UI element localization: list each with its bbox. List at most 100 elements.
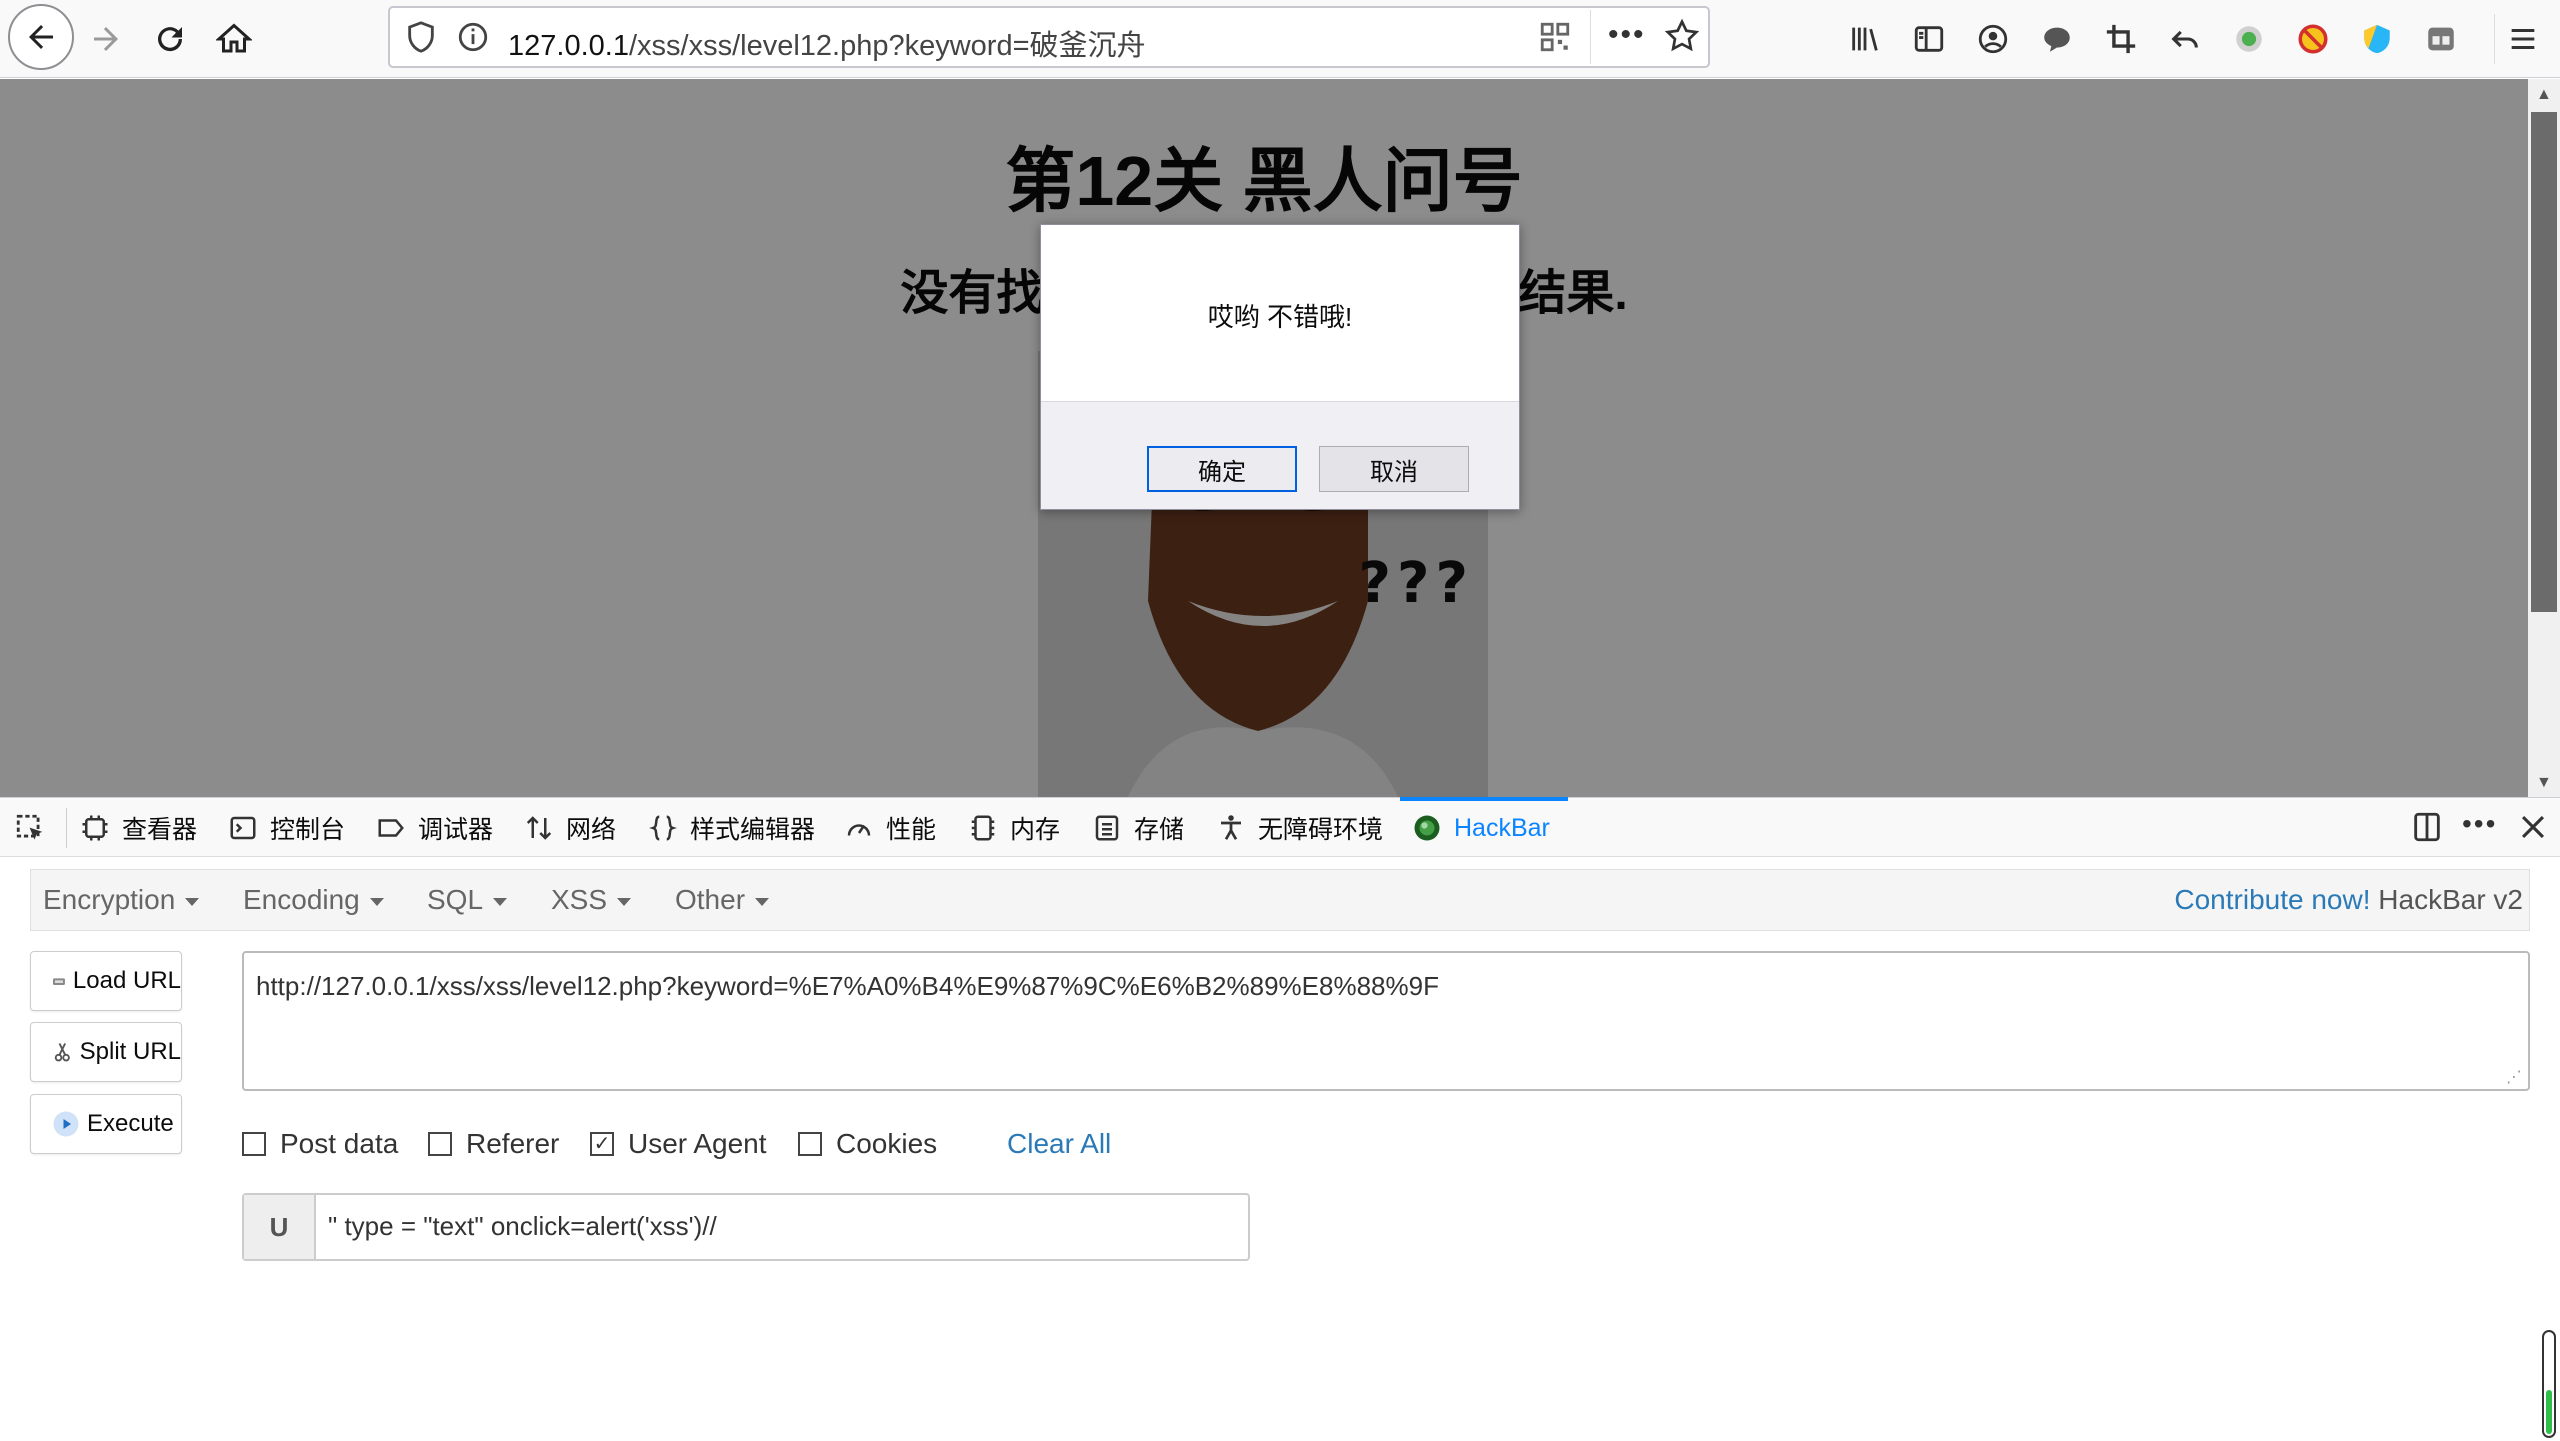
reload-icon bbox=[158, 27, 183, 52]
scroll-down-arrow-icon[interactable]: ▼ bbox=[2536, 774, 2552, 792]
account-icon[interactable] bbox=[1972, 18, 2014, 60]
url-host: 127.0.0.1 bbox=[508, 30, 629, 62]
tab-label: 性能 bbox=[886, 816, 937, 844]
accessibility-icon bbox=[1221, 815, 1241, 840]
network-icon bbox=[526, 816, 552, 840]
arrow-left-icon bbox=[29, 25, 53, 49]
page-scrollbar-thumb[interactable] bbox=[2531, 112, 2557, 612]
menu-icon[interactable] bbox=[2502, 18, 2544, 60]
crop-icon[interactable] bbox=[2100, 18, 2142, 60]
reload-button[interactable] bbox=[140, 9, 200, 69]
style-editor-icon bbox=[649, 815, 677, 841]
address-bar[interactable]: 127.0.0.1/xss/xss/level12.php?keyword=破釜… bbox=[388, 6, 1710, 68]
load-url-button[interactable]: Load URL bbox=[30, 951, 182, 1011]
checkbox-box[interactable] bbox=[242, 1132, 266, 1156]
user-agent-input[interactable]: " type = "text" onclick=alert('xss')// bbox=[328, 1211, 717, 1242]
tab-label: 网络 bbox=[566, 816, 617, 844]
clear-all-link[interactable]: Clear All bbox=[1007, 1128, 1111, 1160]
tab-label: 查看器 bbox=[122, 816, 198, 844]
tab-label: 调试器 bbox=[418, 816, 494, 844]
shield-icon[interactable] bbox=[404, 20, 438, 59]
checkbox-label: Post data bbox=[280, 1128, 399, 1159]
devtools-scrollbar-thumb[interactable] bbox=[2546, 1390, 2552, 1434]
menu-xss[interactable]: XSS bbox=[551, 884, 632, 916]
tab-accessibility[interactable]: 无障碍环境 bbox=[1216, 798, 1383, 858]
tab-inspector[interactable]: 查看器 bbox=[80, 798, 197, 858]
ok-button[interactable]: 确定 bbox=[1147, 446, 1297, 492]
console-icon bbox=[230, 816, 256, 840]
scissors-icon bbox=[54, 1043, 70, 1062]
cancel-button[interactable]: 取消 bbox=[1319, 446, 1469, 492]
checkbox-label: Cookies bbox=[836, 1128, 938, 1159]
arrow-right-icon bbox=[94, 27, 118, 51]
scroll-up-arrow-icon[interactable]: ▲ bbox=[2536, 86, 2552, 104]
extension-shield-icon[interactable] bbox=[2356, 18, 2398, 60]
tab-hackbar[interactable]: HackBar bbox=[1412, 798, 1550, 858]
tab-label: 无障碍环境 bbox=[1258, 816, 1384, 844]
toolbar-divider bbox=[2494, 14, 2495, 64]
menu-encryption[interactable]: Encryption bbox=[43, 884, 200, 916]
tab-console[interactable]: 控制台 bbox=[228, 798, 345, 858]
split-url-button[interactable]: Split URL bbox=[30, 1022, 182, 1082]
tab-network[interactable]: 网络 bbox=[524, 798, 616, 858]
browser-toolbar: 127.0.0.1/xss/xss/level12.php?keyword=破釜… bbox=[0, 0, 2560, 78]
checkbox-box[interactable] bbox=[798, 1132, 822, 1156]
home-icon bbox=[216, 23, 252, 53]
status-dot-icon[interactable] bbox=[2228, 18, 2270, 60]
urlbar-divider bbox=[1590, 10, 1591, 64]
tab-style-editor[interactable]: 样式编辑器 bbox=[648, 798, 815, 858]
url-textarea[interactable]: http://127.0.0.1/xss/xss/level12.php?key… bbox=[242, 951, 2530, 1091]
tab-debugger[interactable]: 调试器 bbox=[376, 798, 493, 858]
menu-label: SQL bbox=[427, 884, 484, 915]
qr-code-icon[interactable] bbox=[1538, 20, 1572, 59]
sidebar-icon[interactable] bbox=[1908, 18, 1950, 60]
devtools-more-icon[interactable]: ••• bbox=[2462, 808, 2497, 840]
checkbox-box[interactable] bbox=[428, 1132, 452, 1156]
caret-down-icon bbox=[755, 897, 770, 906]
tab-storage[interactable]: 存储 bbox=[1092, 798, 1184, 858]
back-button[interactable] bbox=[8, 4, 74, 70]
url-text[interactable]: 127.0.0.1/xss/xss/level12.php?keyword=破釜… bbox=[508, 22, 1146, 64]
menu-label: Encoding bbox=[243, 884, 360, 915]
undo-icon[interactable] bbox=[2164, 18, 2206, 60]
menu-other[interactable]: Other bbox=[675, 884, 770, 916]
user-agent-checkbox[interactable]: ✓ User Agent bbox=[590, 1128, 767, 1160]
resize-grip-icon[interactable]: ⋰ bbox=[2506, 1067, 2522, 1087]
menu-encoding[interactable]: Encoding bbox=[243, 884, 384, 916]
page-actions-icon[interactable]: ••• bbox=[1608, 18, 1646, 52]
tab-memory[interactable]: 内存 bbox=[968, 798, 1060, 858]
caret-down-icon bbox=[493, 897, 508, 906]
contribute-link[interactable]: Contribute now! bbox=[2174, 884, 2370, 915]
referer-checkbox[interactable]: Referer bbox=[428, 1128, 559, 1160]
memory-icon bbox=[971, 815, 995, 841]
site-info-icon[interactable] bbox=[456, 20, 490, 59]
post-data-checkbox[interactable]: Post data bbox=[242, 1128, 398, 1160]
close-icon[interactable] bbox=[2516, 810, 2550, 849]
tab-label: 控制台 bbox=[270, 816, 346, 844]
blocker-icon[interactable] bbox=[2292, 18, 2334, 60]
forward-button[interactable] bbox=[76, 9, 136, 69]
active-tab-indicator bbox=[1400, 797, 1568, 801]
play-icon bbox=[53, 1111, 79, 1137]
url-path: /xss/xss/level12.php?keyword=破釜沉舟 bbox=[628, 30, 1146, 62]
bookmark-star-icon[interactable] bbox=[1664, 18, 1700, 59]
checkbox-box-checked[interactable]: ✓ bbox=[590, 1132, 614, 1156]
checkbox-label: User Agent bbox=[628, 1128, 767, 1159]
element-picker-icon[interactable] bbox=[14, 812, 48, 851]
dock-side-icon[interactable] bbox=[2410, 810, 2444, 849]
tab-performance[interactable]: 性能 bbox=[844, 798, 936, 858]
dialog-footer: 确定 取消 bbox=[1041, 401, 1519, 509]
containers-icon[interactable] bbox=[2420, 18, 2462, 60]
chat-icon[interactable] bbox=[2036, 18, 2078, 60]
contribute-text: Contribute now! HackBar v2 bbox=[2174, 884, 2523, 916]
menu-label: Other bbox=[675, 884, 746, 915]
execute-label: Execute bbox=[87, 1110, 174, 1137]
home-button[interactable] bbox=[204, 9, 264, 69]
tab-label: HackBar bbox=[1454, 813, 1550, 842]
debugger-icon bbox=[378, 819, 404, 837]
cookies-checkbox[interactable]: Cookies bbox=[798, 1128, 937, 1160]
execute-button[interactable]: Execute bbox=[30, 1094, 182, 1154]
split-url-label: Split URL bbox=[79, 1038, 181, 1065]
menu-sql[interactable]: SQL bbox=[427, 884, 508, 916]
library-icon[interactable] bbox=[1844, 18, 1886, 60]
